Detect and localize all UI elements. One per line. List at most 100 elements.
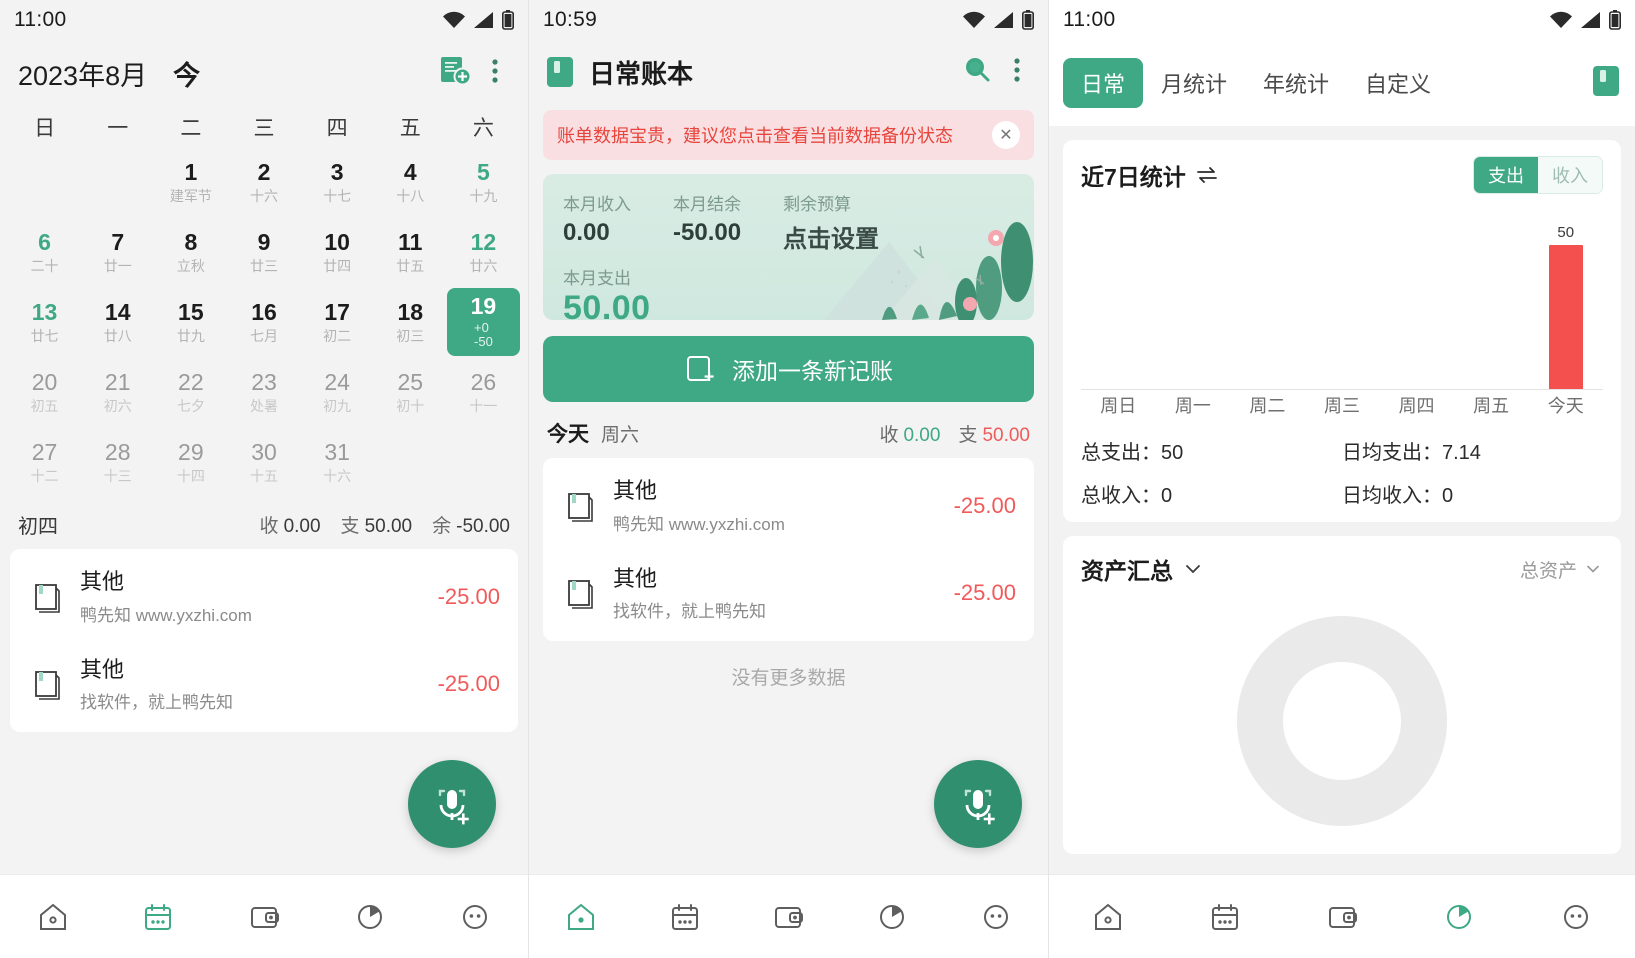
total-assets-selector[interactable]: 总资产 bbox=[1520, 556, 1603, 583]
calendar-day[interactable]: 26 十一 bbox=[447, 358, 520, 426]
calendar-day[interactable]: 30 十五 bbox=[227, 428, 300, 496]
list-item[interactable]: 其他 找软件，就上鸭先知 -25.00 bbox=[543, 550, 1034, 638]
close-icon[interactable]: ✕ bbox=[992, 121, 1020, 149]
calendar-day-lunar: 廿四 bbox=[323, 257, 352, 274]
tab-yearly[interactable]: 年统计 bbox=[1245, 58, 1347, 108]
calendar-day[interactable]: 5 十九 bbox=[447, 148, 520, 216]
calendar-day-lunar: 廿六 bbox=[469, 257, 498, 274]
calendar-day[interactable]: 15 廿九 bbox=[154, 288, 227, 356]
calendar-day[interactable]: 31 十六 bbox=[301, 428, 374, 496]
calendar-day[interactable]: 11 廿五 bbox=[374, 218, 447, 286]
calendar-day[interactable]: 6 二十 bbox=[8, 218, 81, 286]
month-balance: 本月结余 -50.00 bbox=[673, 195, 742, 246]
chart-bar-column[interactable] bbox=[1305, 208, 1380, 390]
chart-bar-column[interactable] bbox=[1230, 208, 1305, 390]
swap-icon[interactable] bbox=[1194, 162, 1220, 188]
nav-calendar[interactable] bbox=[106, 898, 212, 936]
transaction-amount: -25.00 bbox=[437, 583, 500, 609]
chart-bar bbox=[1548, 244, 1583, 390]
transaction-list-1: 其他 鸭先知 www.yxzhi.com -25.00 其他 找软件，就上鸭先知… bbox=[10, 549, 518, 733]
calendar-day-selected[interactable]: 19 +0 -50 bbox=[446, 288, 520, 356]
calendar-day[interactable]: 21 初六 bbox=[81, 358, 154, 426]
nav-home[interactable] bbox=[0, 898, 106, 936]
calendar-day[interactable]: 13 廿七 bbox=[8, 288, 81, 356]
add-record-button[interactable]: 添加一条新记账 bbox=[543, 336, 1034, 402]
toggle-expense[interactable]: 支出 bbox=[1474, 157, 1538, 193]
tab-custom[interactable]: 自定义 bbox=[1347, 58, 1449, 108]
calendar-day-number: 27 bbox=[31, 438, 58, 465]
nav-more[interactable] bbox=[1518, 898, 1635, 936]
calendar-day-lunar: 廿五 bbox=[396, 257, 425, 274]
today-button[interactable]: 今 bbox=[173, 54, 200, 93]
expense-income-toggle[interactable]: 支出 收入 bbox=[1473, 156, 1603, 194]
nav-calendar[interactable] bbox=[1166, 898, 1283, 936]
chart-bar-column[interactable] bbox=[1454, 208, 1529, 390]
calendar-day[interactable]: 28 十三 bbox=[81, 428, 154, 496]
calendar-day[interactable]: 17 初二 bbox=[301, 288, 374, 356]
list-item[interactable]: 其他 鸭先知 www.yxzhi.com -25.00 bbox=[10, 553, 518, 641]
nav-calendar[interactable] bbox=[633, 898, 737, 936]
nav-home[interactable] bbox=[1049, 898, 1166, 936]
calendar-day[interactable]: 2 十六 bbox=[227, 148, 300, 216]
calendar-day[interactable]: 10 廿四 bbox=[301, 218, 374, 286]
calendar-day[interactable]: 25 初十 bbox=[374, 358, 447, 426]
tab-daily[interactable]: 日常 bbox=[1063, 58, 1144, 108]
calendar-day[interactable]: 3 十七 bbox=[301, 148, 374, 216]
nav-wallet[interactable] bbox=[737, 898, 841, 936]
weekday-label: 周六 bbox=[601, 424, 640, 446]
chart-bar-column[interactable] bbox=[1379, 208, 1454, 390]
more-vertical-icon[interactable] bbox=[1002, 53, 1032, 92]
nav-statistics[interactable] bbox=[840, 898, 944, 936]
calendar-day[interactable]: 1 建军节 bbox=[154, 148, 227, 216]
search-icon[interactable] bbox=[960, 53, 994, 92]
tab-monthly[interactable]: 月统计 bbox=[1143, 58, 1245, 108]
bottom-nav-1 bbox=[0, 874, 528, 958]
ledger-header: 日常账本 bbox=[529, 40, 1048, 100]
calendar-day-number: 26 bbox=[470, 368, 497, 395]
nav-statistics[interactable] bbox=[1401, 898, 1518, 936]
backup-alert-banner[interactable]: 账单数据宝贵，建议您点击查看当前数据备份状态 ✕ bbox=[543, 110, 1034, 160]
nav-home[interactable] bbox=[529, 898, 633, 936]
chart-bar-value: 50 bbox=[1557, 223, 1575, 241]
calendar-day[interactable]: 18 初三 bbox=[374, 288, 447, 356]
calendar-day[interactable]: 8 立秋 bbox=[154, 218, 227, 286]
remaining-budget[interactable]: 剩余预算 点击设置 bbox=[783, 190, 879, 254]
chart-bar-column[interactable] bbox=[1081, 208, 1156, 390]
calendar-day[interactable]: 24 初九 bbox=[301, 358, 374, 426]
nav-statistics[interactable] bbox=[317, 898, 423, 936]
calendar-day[interactable]: 14 廿八 bbox=[81, 288, 154, 356]
note-add-icon[interactable] bbox=[438, 54, 472, 93]
calendar-day-number: 20 bbox=[31, 368, 58, 395]
nav-wallet[interactable] bbox=[1283, 898, 1400, 936]
chart-bar-column[interactable]: 50 bbox=[1528, 208, 1603, 390]
ledger-icon[interactable] bbox=[1591, 64, 1621, 103]
calendar-day[interactable]: 7 廿一 bbox=[81, 218, 154, 286]
nav-wallet[interactable] bbox=[211, 898, 317, 936]
calendar-day[interactable]: 20 初五 bbox=[8, 358, 81, 426]
voice-add-fab[interactable] bbox=[408, 760, 496, 848]
wifi-icon bbox=[442, 11, 466, 29]
calendar-day-number: 24 bbox=[324, 368, 350, 395]
chart-bar-column[interactable] bbox=[1156, 208, 1231, 390]
calendar-day[interactable]: 4 十八 bbox=[374, 148, 447, 216]
calendar-day-number: 19 bbox=[470, 293, 497, 320]
calendar-day[interactable]: 29 十四 bbox=[154, 428, 227, 496]
voice-add-fab[interactable] bbox=[934, 760, 1022, 848]
list-item[interactable]: 其他 找软件，就上鸭先知 -25.00 bbox=[10, 641, 518, 729]
chevron-down-icon[interactable] bbox=[1181, 557, 1205, 581]
list-item[interactable]: 其他 鸭先知 www.yxzhi.com -25.00 bbox=[543, 462, 1034, 550]
nav-more[interactable] bbox=[944, 898, 1048, 936]
calendar-day[interactable]: 9 廿三 bbox=[227, 218, 300, 286]
calendar-day[interactable]: 16 七月 bbox=[227, 288, 300, 356]
more-vertical-icon[interactable] bbox=[480, 54, 510, 93]
signal-icon bbox=[1580, 11, 1602, 29]
page-title[interactable]: 2023年8月 bbox=[18, 54, 147, 93]
calendar-day[interactable]: 12 廿六 bbox=[447, 218, 520, 286]
calendar-day[interactable]: 23 处暑 bbox=[227, 358, 300, 426]
nav-more[interactable] bbox=[422, 898, 528, 936]
calendar-grid[interactable]: 1 建军节 2 十六 3 十七 4 十八 5 十九 6 二十 7 廿一 8 立秋 9 廿三 10 廿四 11 廿五 12 廿六… bbox=[0, 148, 528, 496]
calendar-day-lunar: 十五 bbox=[249, 467, 278, 484]
toggle-income[interactable]: 收入 bbox=[1538, 157, 1602, 193]
calendar-day[interactable]: 27 十二 bbox=[8, 428, 81, 496]
calendar-day[interactable]: 22 七夕 bbox=[154, 358, 227, 426]
